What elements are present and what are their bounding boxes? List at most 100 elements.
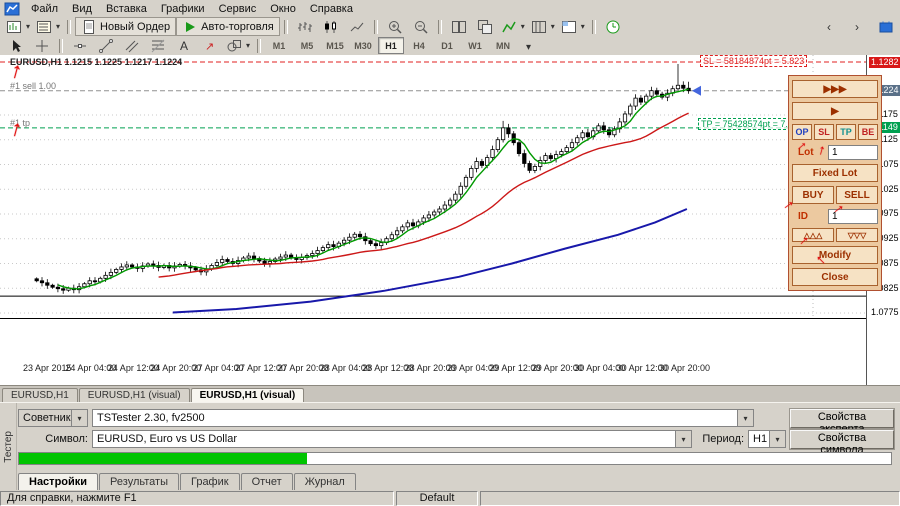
tester-tab[interactable]: Результаты — [99, 473, 179, 490]
arrow-tool-button[interactable]: ↗ — [197, 36, 223, 55]
channel-button[interactable] — [119, 36, 145, 55]
timeframe-button-m15[interactable]: M15 — [322, 37, 348, 54]
chart-new-button[interactable]: ▾ — [3, 17, 33, 36]
symbol-combo[interactable]: EURUSD, Euro vs US Dollar ▾ — [92, 430, 692, 448]
menu-item[interactable]: Вставка — [99, 2, 154, 16]
close-position-button[interactable]: Close — [792, 268, 878, 286]
chart-candles-button[interactable] — [318, 17, 344, 36]
crosshair-button[interactable] — [29, 36, 55, 55]
chart-tab[interactable]: EURUSD,H1 (visual) — [79, 388, 190, 403]
chevron-down-icon[interactable]: ▾ — [26, 22, 30, 31]
indicators-button[interactable]: ▾ — [498, 17, 528, 36]
tester-tab[interactable]: Отчет — [241, 473, 293, 490]
tester-type-combo[interactable]: Советник ▾ — [18, 409, 88, 427]
modify-button[interactable]: Modify — [792, 246, 878, 264]
trendline-button[interactable] — [93, 36, 119, 55]
fixed-lot-button[interactable]: Fixed Lot — [792, 164, 878, 182]
toggle-sl-button[interactable]: SL — [814, 124, 834, 140]
chevron-left-button[interactable]: ‹ — [817, 17, 843, 36]
timeframe-button-mn[interactable]: MN — [490, 37, 516, 54]
tester-tab[interactable]: График — [180, 473, 240, 490]
timeframe-button-m1[interactable]: M1 — [266, 37, 292, 54]
chevron-down-icon[interactable]: ▾ — [521, 22, 525, 31]
chevron-down-icon[interactable]: ▾ — [246, 41, 250, 50]
hline-button[interactable] — [67, 36, 93, 55]
chart-line-button[interactable] — [344, 17, 370, 36]
cursor-button[interactable] — [3, 36, 29, 55]
chevron-down-icon[interactable]: ▾ — [71, 410, 87, 426]
menu-bar: ФайлВидВставкаГрафикиСервисОкноСправка — [0, 0, 900, 18]
fast-forward-button[interactable]: ▶▶▶ — [792, 80, 878, 98]
text-tool-button[interactable]: A — [171, 36, 197, 55]
price-axis-label: 1.0775 — [869, 307, 900, 318]
chart-bars-button[interactable] — [292, 17, 318, 36]
chevron-down-icon[interactable]: ▾ — [737, 410, 753, 426]
time-axis[interactable]: 23 Apr 201524 Apr 04:0024 Apr 12:0024 Ap… — [0, 361, 866, 377]
toggle-be-button[interactable]: BE — [858, 124, 878, 140]
price-axis-label-sl: 1.1282 — [869, 57, 900, 68]
periods-button[interactable]: ▾ — [528, 17, 558, 36]
tester-tab[interactable]: Журнал — [294, 473, 356, 490]
clock-button[interactable] — [600, 17, 626, 36]
id-label: ID — [798, 211, 808, 222]
chart-tab[interactable]: EURUSD,H1 — [2, 388, 78, 403]
profiles-button[interactable]: ▾ — [33, 17, 63, 36]
toolbox-button[interactable] — [873, 17, 899, 36]
main-toolbar: ▾▾Новый ОрдерАвто-торговля▾▾▾‹› — [0, 17, 900, 37]
cascade-windows-button[interactable] — [472, 17, 498, 36]
chevron-down-icon[interactable]: ▾ — [551, 22, 555, 31]
timeframes-more-button[interactable]: ▾ — [517, 36, 543, 55]
autotrade-button[interactable]: Авто-торговля — [176, 17, 280, 36]
menu-item[interactable]: Графики — [154, 2, 212, 16]
period-combo[interactable]: H1 ▾ — [748, 430, 786, 448]
dropdown-more-icon: ▾ — [522, 38, 538, 54]
chevron-right-button[interactable]: › — [845, 17, 871, 36]
timeframe-button-h1[interactable]: H1 — [378, 37, 404, 54]
menu-item[interactable]: Файл — [24, 2, 65, 16]
chevron-left-icon: ‹ — [822, 19, 838, 35]
shapes-icon — [226, 38, 242, 54]
timeframe-button-h4[interactable]: H4 — [406, 37, 432, 54]
timeframe-button-m5[interactable]: M5 — [294, 37, 320, 54]
expert-properties-button[interactable]: Свойства эксперта — [790, 409, 894, 428]
chevron-down-icon[interactable]: ▾ — [581, 22, 585, 31]
shapes-button[interactable]: ▾ — [223, 36, 253, 55]
zoom-out-button[interactable] — [408, 17, 434, 36]
chevron-down-icon[interactable]: ▾ — [56, 22, 60, 31]
tile-windows-button[interactable] — [446, 17, 472, 36]
templates-button[interactable]: ▾ — [558, 17, 588, 36]
price-chart[interactable] — [0, 55, 866, 385]
toggle-tp-button[interactable]: TP — [836, 124, 856, 140]
cursor-icon — [8, 38, 24, 54]
status-profile[interactable]: Default — [396, 491, 478, 506]
chevron-down-icon[interactable]: ▾ — [675, 431, 691, 447]
chevron-down-icon[interactable]: ▾ — [769, 431, 785, 447]
symbol-properties-button[interactable]: Свойства символа — [790, 430, 894, 449]
svg-text:↗: ↗ — [205, 41, 214, 53]
lot-input[interactable] — [828, 145, 878, 160]
menu-item[interactable]: Сервис — [212, 2, 264, 16]
timeframe-button-w1[interactable]: W1 — [462, 37, 488, 54]
toolbar-separator — [374, 20, 378, 34]
new-order-button[interactable]: Новый Ордер — [75, 17, 176, 36]
menu-item[interactable]: Вид — [65, 2, 99, 16]
menu-item[interactable]: Окно — [263, 2, 303, 16]
buy-button[interactable]: BUY — [792, 186, 834, 204]
step-forward-button[interactable]: ▶ — [792, 102, 878, 120]
status-help-text: Для справки, нажмите F1 — [0, 491, 394, 506]
zoom-in-button[interactable] — [382, 17, 408, 36]
menu-item[interactable]: Справка — [303, 2, 360, 16]
fibonacci-button[interactable] — [145, 36, 171, 55]
time-axis-label: 23 Apr 2015 — [23, 363, 72, 373]
terminal-window: ФайлВидВставкаГрафикиСервисОкноСправка ▾… — [0, 0, 900, 506]
tools-toolbar: A ↗ ▾ M1M5M15M30H1H4D1W1MN ▾ — [0, 36, 900, 56]
toolbar-separator — [59, 39, 63, 53]
chart-tab[interactable]: EURUSD,H1 (visual) — [191, 388, 305, 403]
tester-tab[interactable]: Настройки — [18, 473, 98, 490]
tester-side-strip[interactable]: Тестер — [0, 403, 17, 491]
decrease-button[interactable]: ▽▽▽ — [836, 228, 878, 242]
expert-combo[interactable]: TSTester 2.30, fv2500 ▾ — [92, 409, 754, 427]
timeframe-button-m30[interactable]: M30 — [350, 37, 376, 54]
toolbar-right-group: ‹› — [817, 17, 900, 36]
timeframe-button-d1[interactable]: D1 — [434, 37, 460, 54]
